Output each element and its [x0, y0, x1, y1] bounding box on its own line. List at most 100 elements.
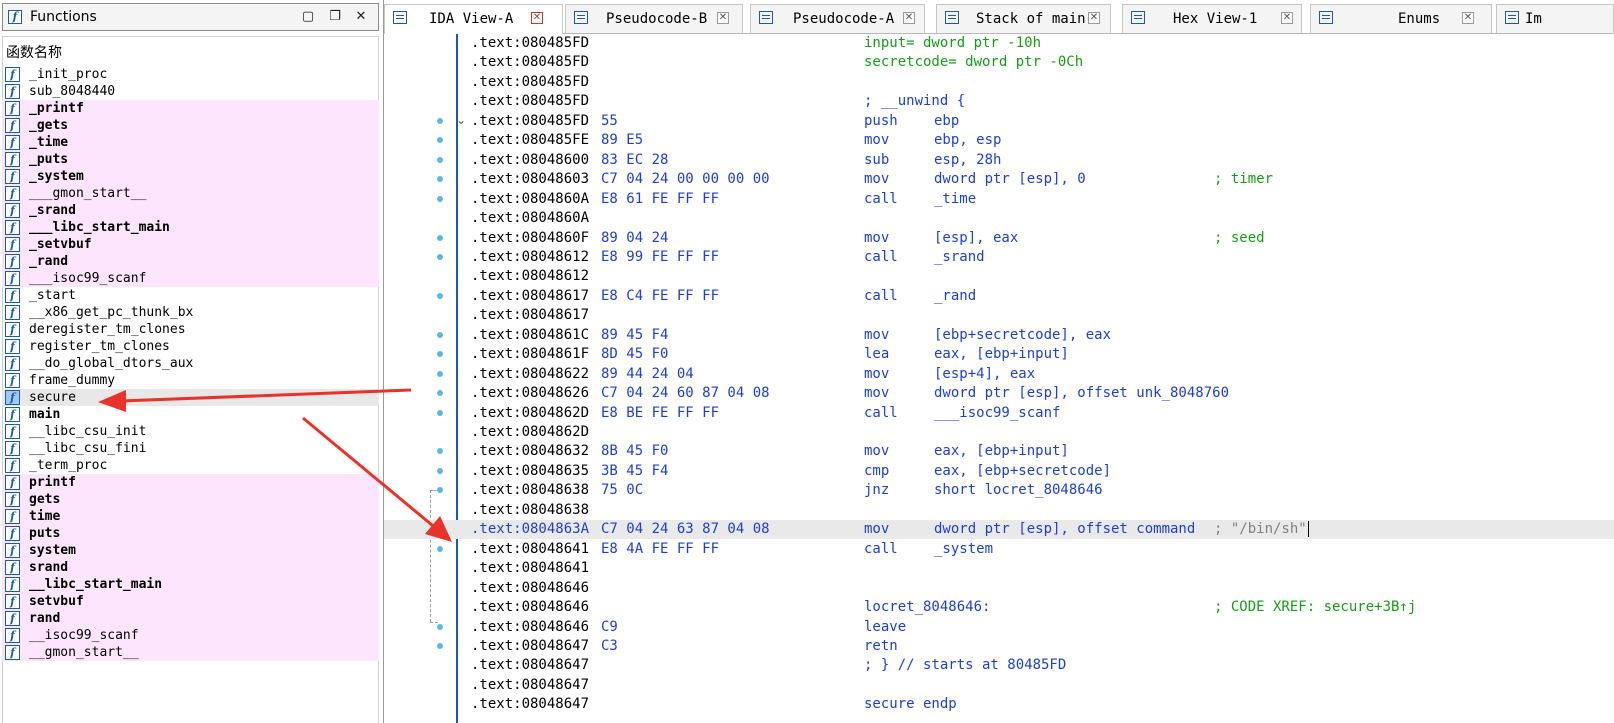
asm-line[interactable]: .text:0804860A [384, 209, 1614, 228]
function-item[interactable]: f register_tm_clones [2, 338, 379, 355]
asm-line[interactable]: .text:08048632 8B 45 F0 mov eax, [ebp+input… [384, 442, 1614, 461]
function-item[interactable]: f setvbuf [2, 593, 379, 610]
function-item[interactable]: f main [2, 406, 379, 423]
ida-view-a-disassembly[interactable]: ⌄ .text:080485FD input= dword ptr -10h .te… [384, 34, 1614, 723]
asm-line[interactable]: .text:080485FD ; __unwind { [384, 92, 1614, 111]
tab-close-icon[interactable]: ✕ [717, 12, 729, 24]
function-item[interactable]: f __isoc99_scanf [2, 627, 379, 644]
function-item[interactable]: f rand [2, 610, 379, 627]
opcode-bytes: 89 04 24 [601, 229, 669, 246]
tab[interactable]: Im [1496, 4, 1614, 33]
function-item[interactable]: f gets [2, 491, 379, 508]
tab-close-icon[interactable]: ✕ [531, 12, 543, 24]
tab-close-icon[interactable]: ✕ [1281, 12, 1293, 24]
function-item[interactable]: f _srand [2, 202, 379, 219]
asm-line[interactable]: .text:0804862D E8 BE FE FF FF call ___isoc9… [384, 404, 1614, 423]
function-item[interactable]: f puts [2, 525, 379, 542]
asm-line[interactable]: .text:0804861C 89 45 F4 mov [ebp+secretcode… [384, 326, 1614, 345]
restore-icon[interactable]: ❐ [326, 8, 344, 26]
asm-line[interactable]: .text:0804860F 89 04 24 mov [esp], eax ; see… [384, 229, 1614, 248]
asm-line[interactable]: .text:080485FD [384, 73, 1614, 92]
function-icon: f [5, 152, 20, 167]
tab-close-icon[interactable]: ✕ [903, 12, 915, 24]
asm-line[interactable]: .text:08048641 E8 4A FE FF FF call _system [384, 540, 1614, 559]
selected-line[interactable]: .text:0804863A C7 04 24 63 87 04 08 mov dwo… [384, 520, 1614, 540]
tab[interactable]: Hex View-1 ✕ [1122, 4, 1302, 33]
function-item[interactable]: f printf [2, 474, 379, 491]
function-item[interactable]: f __libc_csu_fini [2, 440, 379, 457]
label-text: ; __unwind { [864, 93, 966, 110]
asm-line[interactable]: .text:080485FE 89 E5 mov ebp, esp [384, 131, 1614, 150]
asm-line[interactable]: .text:08048612 E8 99 FE FF FF call _srand [384, 248, 1614, 267]
asm-line[interactable]: .text:08048635 3B 45 F4 cmp eax, [ebp+secre… [384, 462, 1614, 481]
function-item[interactable]: f __do_global_dtors_aux [2, 355, 379, 372]
line-address: .text:080485FD [471, 35, 590, 51]
function-item[interactable]: f _setvbuf [2, 236, 379, 253]
asm-line[interactable]: .text:08048647 ; } // starts at 80485FD [384, 656, 1614, 675]
function-item[interactable]: f _rand [2, 253, 379, 270]
asm-line[interactable]: .text:08048603 C7 04 24 00 00 00 00 mov dwo… [384, 170, 1614, 189]
function-item[interactable]: f time [2, 508, 379, 525]
tab-close-icon[interactable]: ✕ [1462, 12, 1474, 24]
tab[interactable]: Pseudocode-A ✕ [750, 4, 925, 33]
asm-line[interactable]: .text:08048622 89 44 24 04 mov [esp+4], eax [384, 365, 1614, 384]
tab-bar: IDA View-A ✕ Pseudocode-B ✕ Pseudocode-A ✕ Sta… [384, 0, 1614, 34]
asm-line[interactable]: .text:08048617 E8 C4 FE FF FF call _rand [384, 287, 1614, 306]
line-address: .text:08048638 [471, 501, 590, 518]
asm-line[interactable]: .text:080485FD 55 push ebp [384, 112, 1614, 131]
function-item[interactable]: f __libc_start_main [2, 576, 379, 593]
function-item[interactable]: f system [2, 542, 379, 559]
function-icon: f [5, 390, 20, 405]
asm-line[interactable]: .text:08048647 C3 retn [384, 637, 1614, 656]
functions-titlebar[interactable]: f Functions ▢ ❐ ✕ [2, 3, 379, 31]
tab[interactable]: Stack of main ✕ [936, 4, 1111, 33]
asm-line[interactable]: .text:08048647 secure endp [384, 695, 1614, 714]
line-address: .text:08048617 [471, 307, 590, 324]
function-item[interactable]: f secure [2, 389, 379, 406]
function-item[interactable]: f sub_8048440 [2, 83, 379, 100]
function-item[interactable]: f ___libc_start_main [2, 219, 379, 236]
asm-line[interactable]: .text:08048647 [384, 676, 1614, 695]
asm-line[interactable]: .text:08048638 [384, 501, 1614, 520]
asm-line[interactable]: .text:0804861F 8D 45 F0 lea eax, [ebp+input… [384, 345, 1614, 364]
line-address: .text:08048635 [471, 462, 590, 479]
maximize-icon[interactable]: ▢ [299, 8, 317, 26]
tab[interactable]: Pseudocode-B ✕ [565, 4, 743, 33]
asm-line[interactable]: .text:08048612 [384, 267, 1614, 286]
function-item[interactable]: f _term_proc [2, 457, 379, 474]
asm-line[interactable]: .text:08048646 locret_8048646: ; CODE XREF… [384, 598, 1614, 617]
function-item[interactable]: f ___isoc99_scanf [2, 270, 379, 287]
close-icon[interactable]: ✕ [352, 8, 370, 26]
tab[interactable]: IDA View-A ✕ [384, 4, 563, 34]
function-item[interactable]: f ___gmon_start__ [2, 185, 379, 202]
asm-line[interactable]: .text:080485FD input= dword ptr -10h [384, 34, 1614, 53]
asm-line[interactable]: .text:08048617 [384, 306, 1614, 325]
function-item[interactable]: f _init_proc [2, 66, 379, 83]
asm-line[interactable]: .text:080485FD secretcode= dword ptr -0Ch [384, 53, 1614, 72]
asm-line[interactable]: .text:08048646 C9 leave [384, 618, 1614, 637]
column-header-function-name[interactable]: 函数名称 [6, 42, 62, 62]
function-item[interactable]: f __gmon_start__ [2, 644, 379, 661]
function-item[interactable]: f _puts [2, 151, 379, 168]
function-item[interactable]: f _printf [2, 100, 379, 117]
function-item[interactable]: f srand [2, 559, 379, 576]
asm-line[interactable]: .text:08048600 83 EC 28 sub esp, 28h [384, 151, 1614, 170]
function-item[interactable]: f _gets [2, 117, 379, 134]
function-item[interactable]: f __x86_get_pc_thunk_bx [2, 304, 379, 321]
function-item[interactable]: f _system [2, 168, 379, 185]
opcode-bytes: C7 04 24 63 87 04 08 [601, 521, 770, 538]
asm-line[interactable]: .text:0804862D [384, 423, 1614, 442]
tab[interactable]: Enums ✕ [1310, 4, 1492, 33]
function-item[interactable]: f deregister_tm_clones [2, 321, 379, 338]
function-item[interactable]: f frame_dummy [2, 372, 379, 389]
tab-close-icon[interactable]: ✕ [1088, 12, 1100, 24]
asm-line[interactable]: .text:0804860A E8 61 FE FF FF call _time [384, 190, 1614, 209]
asm-line[interactable]: .text:08048626 C7 04 24 60 87 04 08 mov dwo… [384, 384, 1614, 403]
asm-line[interactable]: .text:08048638 75 0C jnz short locret_80486… [384, 481, 1614, 500]
asm-line[interactable]: .text:08048646 [384, 579, 1614, 598]
function-item[interactable]: f _start [2, 287, 379, 304]
function-item[interactable]: f __libc_csu_init [2, 423, 379, 440]
asm-line[interactable]: .text:08048641 [384, 559, 1614, 578]
comment: ; "/bin/sh" [1214, 521, 1309, 538]
function-item[interactable]: f _time [2, 134, 379, 151]
